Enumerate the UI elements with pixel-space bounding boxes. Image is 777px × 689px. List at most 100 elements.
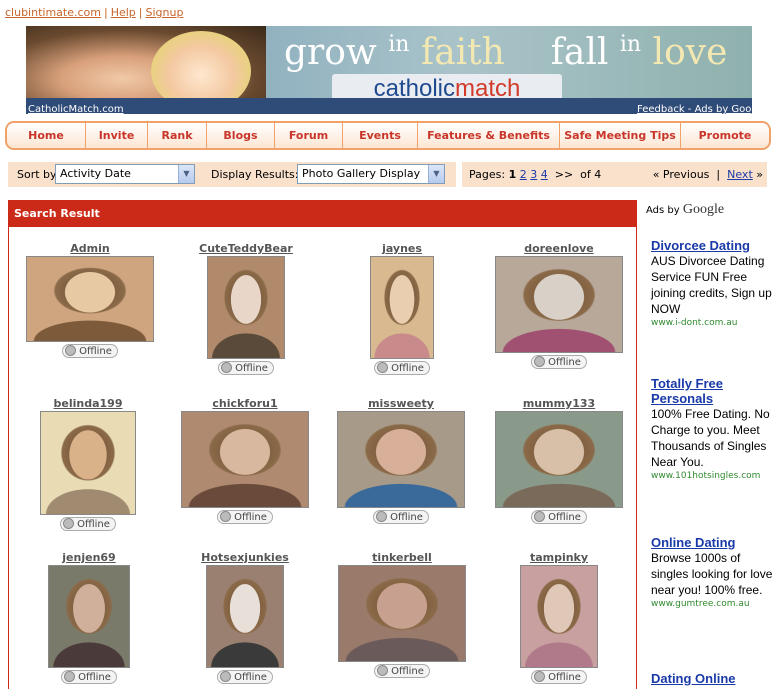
nav-home[interactable]: Home bbox=[7, 123, 86, 148]
results-controls: Sort by Activity Date ▼ Display Results:… bbox=[8, 162, 456, 187]
member-card[interactable]: mummy133 Offline bbox=[489, 397, 629, 524]
nav-rank[interactable]: Rank bbox=[148, 123, 207, 148]
display-select[interactable]: Photo Gallery Display ▼ bbox=[297, 164, 445, 184]
smiley-icon bbox=[534, 356, 546, 367]
ad-title[interactable]: Dating Online bbox=[651, 671, 776, 686]
banner-slogan: grow in faith fall in love bbox=[284, 32, 728, 73]
online-status-badge: Offline bbox=[374, 361, 430, 375]
member-photo[interactable] bbox=[48, 565, 130, 668]
member-card[interactable]: belinda199 Offline bbox=[18, 397, 158, 531]
smiley-icon bbox=[220, 671, 232, 682]
online-status-badge: Offline bbox=[373, 510, 429, 524]
ads-by-google[interactable]: Ads by Google bbox=[646, 202, 777, 218]
member-card[interactable]: Hotsexjunkies Offline bbox=[175, 551, 315, 684]
nav-promote[interactable]: Promote bbox=[681, 123, 769, 148]
chevron-down-icon[interactable]: ▼ bbox=[178, 165, 194, 183]
smiley-icon bbox=[376, 511, 388, 522]
previous-link: « Previous bbox=[652, 168, 710, 181]
ad-url[interactable]: www.i-dont.com.au bbox=[651, 318, 776, 328]
member-photo[interactable] bbox=[206, 565, 284, 668]
member-photo[interactable] bbox=[26, 256, 154, 342]
smiley-icon bbox=[220, 511, 232, 522]
member-username[interactable]: doreenlove bbox=[489, 242, 629, 255]
ad-unit[interactable]: Online Dating Browse 1000s of singles lo… bbox=[651, 535, 776, 609]
banner-couple-image bbox=[26, 26, 266, 98]
smiley-icon bbox=[64, 671, 76, 682]
ad-title[interactable]: Totally Free Personals bbox=[651, 376, 776, 406]
page-link[interactable]: 3 bbox=[530, 168, 537, 181]
nav-forum[interactable]: Forum bbox=[275, 123, 343, 148]
page-current: 1 bbox=[508, 168, 517, 181]
prev-next: « Previous | Next » bbox=[653, 168, 763, 181]
member-username[interactable]: chickforu1 bbox=[175, 397, 315, 410]
member-username[interactable]: Admin bbox=[20, 242, 160, 255]
page-link[interactable]: 4 bbox=[541, 168, 548, 181]
nav-features[interactable]: Features & Benefits bbox=[418, 123, 560, 148]
next-link[interactable]: Next bbox=[727, 168, 753, 181]
status-text: Offline bbox=[77, 519, 110, 530]
member-card[interactable]: missweety Offline bbox=[331, 397, 471, 524]
nav-safe-meeting[interactable]: Safe Meeting Tips bbox=[560, 123, 681, 148]
status-text: Offline bbox=[548, 512, 581, 523]
member-photo[interactable] bbox=[495, 256, 623, 353]
member-card[interactable]: Admin Offline bbox=[20, 242, 160, 358]
page-link[interactable]: 2 bbox=[520, 168, 527, 181]
status-text: Offline bbox=[79, 346, 112, 357]
smiley-icon bbox=[377, 665, 389, 676]
display-label: Display Results: bbox=[211, 168, 299, 181]
online-status-badge: Offline bbox=[60, 517, 116, 531]
status-text: Offline bbox=[234, 672, 267, 683]
ads-feedback-link[interactable]: Feedback - Ads by Google bbox=[637, 104, 767, 115]
member-photo[interactable] bbox=[40, 411, 136, 515]
page-jump[interactable]: >> bbox=[555, 168, 573, 181]
help-link[interactable]: Help bbox=[111, 6, 136, 19]
member-photo[interactable] bbox=[207, 256, 285, 359]
ad-title[interactable]: Online Dating bbox=[651, 535, 776, 550]
nav-events[interactable]: Events bbox=[343, 123, 418, 148]
online-status-badge: Offline bbox=[374, 664, 430, 678]
member-username[interactable]: Hotsexjunkies bbox=[175, 551, 315, 564]
member-username[interactable]: belinda199 bbox=[18, 397, 158, 410]
member-card[interactable]: jaynes Offline bbox=[332, 242, 472, 375]
ad-unit[interactable]: Divorcee Dating AUS Divorcee Dating Serv… bbox=[651, 238, 776, 328]
ad-url[interactable]: www.101hotsingles.com bbox=[651, 471, 776, 481]
status-text: Offline bbox=[235, 363, 268, 374]
ad-title[interactable]: Divorcee Dating bbox=[651, 238, 776, 253]
member-photo[interactable] bbox=[337, 411, 465, 508]
ad-unit[interactable]: Dating Online bbox=[651, 671, 776, 686]
member-card[interactable]: jenjen69 Offline bbox=[19, 551, 159, 684]
member-username[interactable]: jaynes bbox=[332, 242, 472, 255]
member-username[interactable]: tampinky bbox=[489, 551, 629, 564]
member-photo[interactable] bbox=[181, 411, 309, 508]
ad-unit[interactable]: Totally Free Personals 100% Free Dating.… bbox=[651, 376, 776, 481]
sort-select[interactable]: Activity Date ▼ bbox=[55, 164, 195, 184]
banner-ad[interactable]: grow in faith fall in love catholicmatch bbox=[26, 26, 752, 114]
member-card[interactable]: tinkerbell Offline bbox=[332, 551, 472, 678]
member-card[interactable]: CuteTeddyBear Offline bbox=[176, 242, 316, 375]
ad-body: Browse 1000s of singles looking for love… bbox=[651, 551, 773, 597]
member-photo[interactable] bbox=[338, 565, 466, 662]
member-photo[interactable] bbox=[495, 411, 623, 508]
member-username[interactable]: missweety bbox=[331, 397, 471, 410]
member-card[interactable]: chickforu1 Offline bbox=[175, 397, 315, 524]
member-username[interactable]: mummy133 bbox=[489, 397, 629, 410]
site-link[interactable]: clubintimate.com bbox=[5, 6, 101, 19]
signup-link[interactable]: Signup bbox=[146, 6, 184, 19]
ad-url[interactable]: www.gumtree.com.au bbox=[651, 599, 776, 609]
banner-source-link[interactable]: CatholicMatch.com bbox=[28, 104, 124, 115]
next-arrow[interactable]: » bbox=[756, 168, 763, 181]
online-status-badge: Offline bbox=[531, 510, 587, 524]
nav-blogs[interactable]: Blogs bbox=[207, 123, 275, 148]
member-card[interactable]: doreenlove Offline bbox=[489, 242, 629, 369]
pagination: Pages: 1 2 3 4 >> of 4 « Previous | Next… bbox=[462, 162, 767, 187]
member-photo[interactable] bbox=[520, 565, 598, 668]
member-photo[interactable] bbox=[370, 256, 434, 359]
member-username[interactable]: CuteTeddyBear bbox=[176, 242, 316, 255]
member-username[interactable]: tinkerbell bbox=[332, 551, 472, 564]
member-username[interactable]: jenjen69 bbox=[19, 551, 159, 564]
status-text: Offline bbox=[78, 672, 111, 683]
nav-invite[interactable]: Invite bbox=[86, 123, 148, 148]
ads-sidebar: Ads by Google bbox=[646, 200, 777, 218]
chevron-down-icon[interactable]: ▼ bbox=[428, 165, 444, 183]
member-card[interactable]: tampinky Offline bbox=[489, 551, 629, 684]
